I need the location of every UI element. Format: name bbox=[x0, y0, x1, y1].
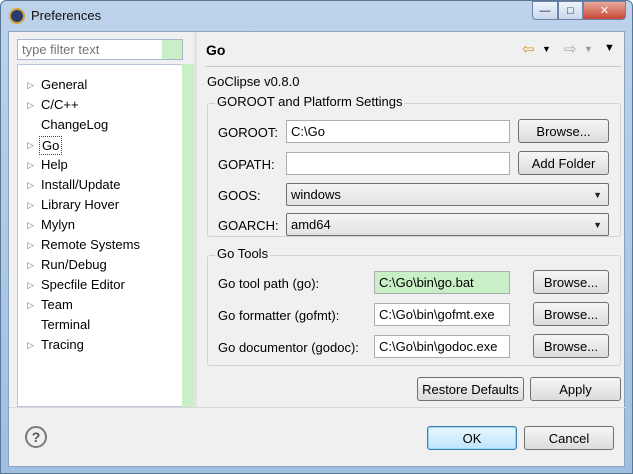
tree-item-remote-systems[interactable]: ▷ Remote Systems bbox=[18, 235, 183, 255]
tree-item-label: Tracing bbox=[41, 337, 84, 352]
godoc-label: Go documentor (godoc): bbox=[218, 340, 359, 355]
expand-arrow-icon[interactable]: ▷ bbox=[27, 135, 34, 155]
view-menu-icon[interactable]: ▼ bbox=[604, 42, 615, 54]
expand-arrow-icon[interactable]: ▷ bbox=[27, 195, 34, 215]
tree-item-label: ChangeLog bbox=[41, 117, 109, 132]
tree-item-label: Run/Debug bbox=[41, 257, 107, 272]
tree-item-terminal[interactable]: Terminal bbox=[18, 315, 183, 335]
eclipse-icon bbox=[9, 8, 25, 24]
tree-item-install-update[interactable]: ▷ Install/Update bbox=[18, 175, 183, 195]
go-tool-field[interactable]: C:\Go\bin\go.bat bbox=[374, 271, 510, 294]
filter-clear-area bbox=[162, 40, 182, 59]
tree-item-changelog[interactable]: ChangeLog bbox=[18, 115, 183, 135]
goarch-value: amd64 bbox=[291, 217, 331, 232]
expand-arrow-icon[interactable]: ▷ bbox=[27, 255, 34, 275]
tree-item-label: Go bbox=[39, 136, 63, 155]
preferences-window: Preferences — □ ✕ ▷ General ▷ C/C++ ChangeLo… bbox=[0, 0, 633, 474]
gofmt-browse-button[interactable]: Browse... bbox=[533, 302, 609, 326]
goarch-label: GOARCH: bbox=[218, 218, 279, 233]
tree-item-library-hover[interactable]: ▷ Library Hover bbox=[18, 195, 183, 215]
expand-arrow-icon[interactable]: ▷ bbox=[27, 215, 34, 235]
cancel-button[interactable]: Cancel bbox=[524, 426, 614, 450]
goroot-field[interactable]: C:\Go bbox=[286, 120, 510, 143]
tree-item-general[interactable]: ▷ General bbox=[18, 75, 183, 95]
tree-item-label: Mylyn bbox=[41, 217, 75, 232]
dialog-body: ▷ General ▷ C/C++ ChangeLog ▷ Go ▷ Help ▷ Install/… bbox=[8, 31, 626, 467]
expand-arrow-icon[interactable]: ▷ bbox=[27, 75, 34, 95]
footer-separator bbox=[9, 407, 626, 408]
add-folder-button[interactable]: Add Folder bbox=[518, 151, 609, 175]
tree-item-run-debug[interactable]: ▷ Run/Debug bbox=[18, 255, 183, 275]
tree-item-team[interactable]: ▷ Team bbox=[18, 295, 183, 315]
expand-arrow-icon[interactable]: ▷ bbox=[27, 335, 34, 355]
close-button[interactable]: ✕ bbox=[583, 1, 626, 20]
back-dropdown-icon[interactable]: ▼ bbox=[542, 44, 551, 54]
tree-item-label: Remote Systems bbox=[41, 237, 140, 252]
tree-item-tracing[interactable]: ▷ Tracing bbox=[18, 335, 183, 355]
tree-item-specfile-editor[interactable]: ▷ Specfile Editor bbox=[18, 275, 183, 295]
preference-tree: ▷ General ▷ C/C++ ChangeLog ▷ Go ▷ Help ▷ Install/… bbox=[17, 64, 194, 407]
godoc-field[interactable]: C:\Go\bin\godoc.exe bbox=[374, 335, 510, 358]
goos-select[interactable]: windows ▼ bbox=[286, 183, 609, 206]
expand-arrow-icon[interactable]: ▷ bbox=[27, 155, 34, 175]
version-label: GoClipse v0.8.0 bbox=[207, 74, 300, 89]
tree-highlight-strip bbox=[182, 64, 194, 407]
goroot-group: GOROOT and Platform Settings GOROOT: C:\… bbox=[207, 94, 621, 237]
window-title: Preferences bbox=[31, 8, 102, 23]
forward-dropdown-icon[interactable]: ▼ bbox=[584, 44, 593, 54]
chevron-down-icon: ▼ bbox=[593, 220, 602, 230]
expand-arrow-icon[interactable]: ▷ bbox=[27, 95, 34, 115]
group-title: Go Tools bbox=[215, 246, 271, 261]
maximize-button[interactable]: □ bbox=[558, 1, 583, 20]
go-tool-label: Go tool path (go): bbox=[218, 276, 320, 291]
tree-item-label: Team bbox=[41, 297, 73, 312]
chevron-down-icon: ▼ bbox=[593, 190, 602, 200]
go-tools-group: Go Tools Go tool path (go): C:\Go\bin\go… bbox=[207, 246, 621, 366]
tree-item-go[interactable]: ▷ Go bbox=[18, 135, 183, 155]
goos-label: GOOS: bbox=[218, 188, 261, 203]
tree-item-mylyn[interactable]: ▷ Mylyn bbox=[18, 215, 183, 235]
tree-item-label: Terminal bbox=[41, 317, 91, 332]
sash-divider[interactable] bbox=[194, 32, 197, 407]
expand-arrow-icon[interactable]: ▷ bbox=[27, 295, 34, 315]
forward-arrow-icon[interactable]: ⇨ bbox=[564, 40, 577, 58]
filter-input[interactable] bbox=[18, 40, 158, 59]
tree-item-label: Install/Update bbox=[41, 177, 121, 192]
expand-arrow-icon[interactable]: ▷ bbox=[27, 175, 34, 195]
gofmt-label: Go formatter (gofmt): bbox=[218, 308, 340, 323]
expand-arrow-icon[interactable]: ▷ bbox=[27, 275, 34, 295]
tree-item-label: Specfile Editor bbox=[41, 277, 125, 292]
goroot-label: GOROOT: bbox=[218, 125, 278, 140]
gopath-label: GOPATH: bbox=[218, 157, 275, 172]
apply-button[interactable]: Apply bbox=[530, 377, 621, 401]
help-icon[interactable]: ? bbox=[25, 426, 47, 448]
tree-item-label: General bbox=[41, 77, 88, 92]
back-arrow-icon[interactable]: ⇦ bbox=[522, 40, 535, 58]
goarch-select[interactable]: amd64 ▼ bbox=[286, 213, 609, 236]
tree-item-help[interactable]: ▷ Help bbox=[18, 155, 183, 175]
filter-box[interactable] bbox=[17, 39, 183, 60]
page-title: Go bbox=[206, 42, 226, 58]
window-controls: — □ ✕ bbox=[532, 1, 626, 20]
minimize-button[interactable]: — bbox=[532, 1, 558, 20]
go-tool-browse-button[interactable]: Browse... bbox=[533, 270, 609, 294]
tree-item-c-c-[interactable]: ▷ C/C++ bbox=[18, 95, 183, 115]
goroot-browse-button[interactable]: Browse... bbox=[518, 119, 609, 143]
tree-item-label: C/C++ bbox=[41, 97, 79, 112]
goos-value: windows bbox=[291, 187, 341, 202]
gofmt-field[interactable]: C:\Go\bin\gofmt.exe bbox=[374, 303, 510, 326]
title-separator bbox=[205, 66, 621, 67]
expand-arrow-icon[interactable]: ▷ bbox=[27, 235, 34, 255]
ok-button[interactable]: OK bbox=[427, 426, 517, 450]
group-title: GOROOT and Platform Settings bbox=[215, 94, 405, 109]
tree-item-label: Library Hover bbox=[41, 197, 120, 212]
history-nav: ⇦ ▼ ⇨ ▼ ▼ bbox=[522, 40, 617, 58]
gopath-field[interactable] bbox=[286, 152, 510, 175]
tree-item-label: Help bbox=[41, 157, 68, 172]
godoc-browse-button[interactable]: Browse... bbox=[533, 334, 609, 358]
restore-defaults-button[interactable]: Restore Defaults bbox=[417, 377, 524, 401]
title-bar[interactable]: Preferences — □ ✕ bbox=[1, 1, 632, 31]
